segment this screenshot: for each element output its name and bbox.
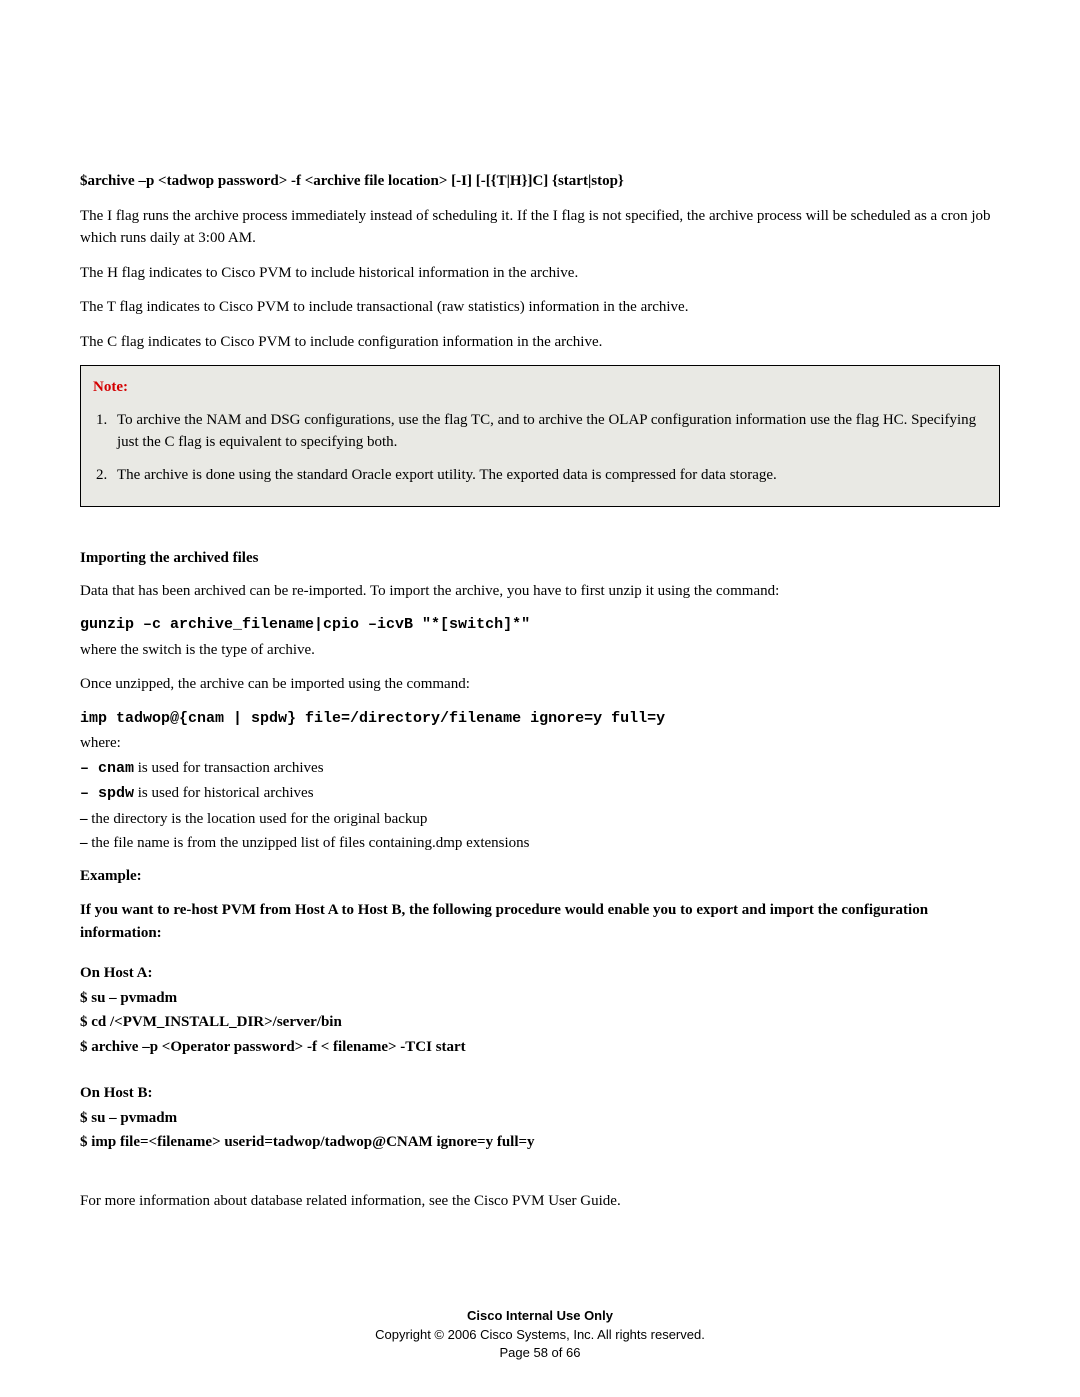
command-imp: imp tadwop@{cnam | spdw} file=/directory… [80,708,1000,731]
text-spdw: is used for historical archives [134,785,314,801]
example-label: Example: [80,865,1000,888]
text-filename: the file name is from the unzipped list … [88,835,530,851]
host-b-line2: $ imp file=<filename> userid=tadwop/tadw… [80,1131,1000,1154]
note-list: To archive the NAM and DSG configuration… [111,409,987,487]
host-a-line3: $ archive –p <Operator password> -f < fi… [80,1036,1000,1059]
paragraph-cflag: The C flag indicates to Cisco PVM to inc… [80,331,1000,354]
section-importing-title: Importing the archived files [80,547,1000,570]
host-b-title: On Host B: [80,1082,1000,1105]
command-syntax: $archive –p <tadwop password> -f <archiv… [80,170,1000,193]
note-item-1: To archive the NAM and DSG configuration… [111,409,987,454]
paragraph-once-unzipped: Once unzipped, the archive can be import… [80,673,1000,696]
gunzip-block: gunzip –c archive_filename|cpio –icvB "*… [80,614,1000,661]
host-b-block: On Host B: $ su – pvmadm $ imp file=<fil… [80,1082,1000,1154]
command-gunzip: gunzip –c archive_filename|cpio –icvB "*… [80,614,1000,637]
host-a-title: On Host A: [80,962,1000,985]
footer-line2: Copyright © 2006 Cisco Systems, Inc. All… [0,1326,1080,1344]
dash-3: – [80,811,88,827]
host-a-line1: $ su – pvmadm [80,987,1000,1010]
note-box: Note: To archive the NAM and DSG configu… [80,365,1000,507]
paragraph-iflag: The I flag runs the archive process imme… [80,205,1000,250]
code-spdw: – spdw [80,785,134,802]
host-a-line2: $ cd /<PVM_INSTALL_DIR>/server/bin [80,1011,1000,1034]
paragraph-where: where: [80,732,1000,755]
bullet-filename: – the file name is from the unzipped lis… [80,832,1000,855]
page-footer: Cisco Internal Use Only Copyright © 2006… [0,1307,1080,1362]
example-intro: If you want to re-host PVM from Host A t… [80,899,1000,944]
dash-4: – [80,835,88,851]
code-cnam: – cnam [80,760,134,777]
bullet-directory: – the directory is the location used for… [80,808,1000,831]
host-a-block: On Host A: $ su – pvmadm $ cd /<PVM_INST… [80,962,1000,1058]
note-label: Note: [93,376,987,399]
document-page: $archive –p <tadwop password> -f <archiv… [0,0,1080,1397]
text-cnam: is used for transaction archives [134,760,324,776]
paragraph-where-switch: where the switch is the type of archive. [80,639,1000,662]
paragraph-hflag: The H flag indicates to Cisco PVM to inc… [80,262,1000,285]
paragraph-import-intro: Data that has been archived can be re-im… [80,580,1000,603]
note-item-2: The archive is done using the standard O… [111,464,987,487]
paragraph-tflag: The T flag indicates to Cisco PVM to inc… [80,296,1000,319]
imp-block: imp tadwop@{cnam | spdw} file=/directory… [80,708,1000,855]
host-b-line1: $ su – pvmadm [80,1107,1000,1130]
footer-line1: Cisco Internal Use Only [0,1307,1080,1325]
bullet-spdw: – spdw is used for historical archives [80,782,1000,806]
text-directory: the directory is the location used for t… [88,811,428,827]
footer-line3: Page 58 of 66 [0,1344,1080,1362]
bullet-cnam: – cnam is used for transaction archives [80,757,1000,781]
paragraph-more-info: For more information about database rela… [80,1190,1000,1213]
